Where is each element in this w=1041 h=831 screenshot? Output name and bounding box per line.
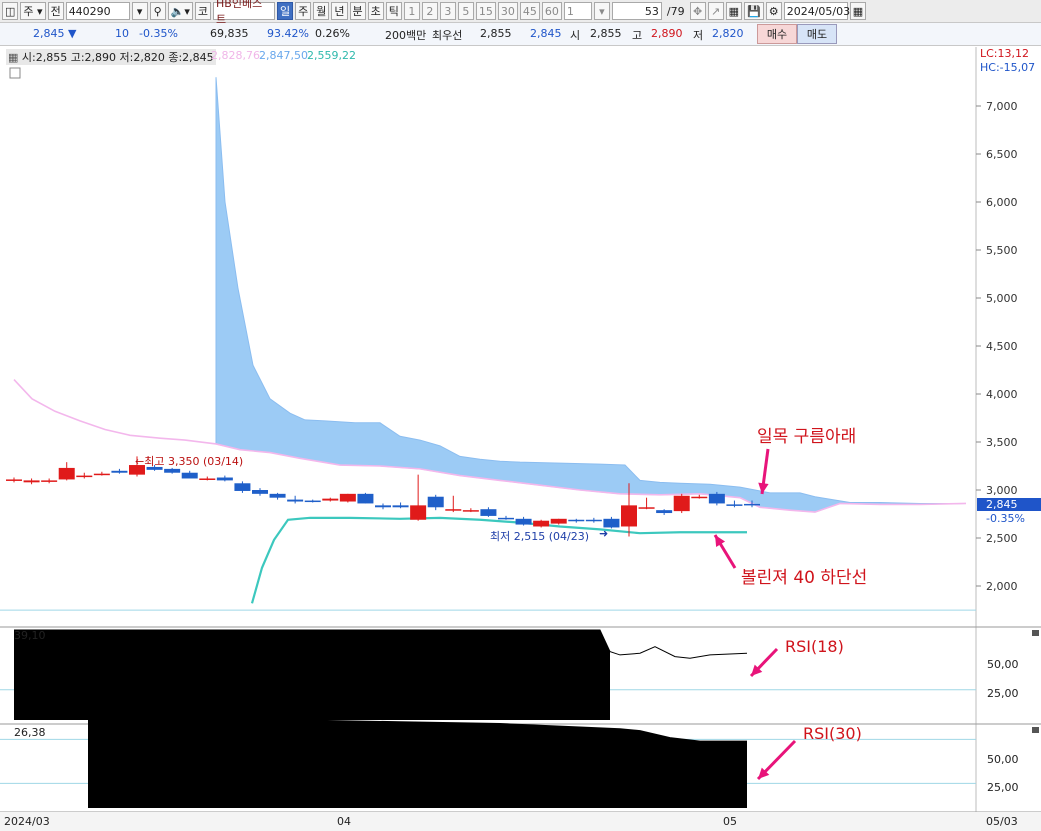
rsi18-area — [14, 630, 610, 720]
candle-body — [76, 475, 93, 478]
candlesticks — [6, 456, 760, 537]
chart-icon: ▦ — [8, 51, 19, 64]
candle-body — [673, 495, 690, 512]
price-tick-label: 5,500 — [986, 244, 1018, 257]
annotation-rsi30: RSI(30) — [803, 724, 862, 743]
candle-body — [445, 509, 462, 511]
lc-value: LC:13,12 — [980, 47, 1030, 60]
price-tick-label: 5,000 — [986, 292, 1018, 305]
candle-body — [304, 500, 321, 503]
candle-body — [462, 510, 479, 512]
candle-body — [533, 520, 550, 527]
candle-body — [744, 503, 760, 506]
rsi2-value: 26,38 — [14, 726, 46, 739]
price-tick-label: 2,000 — [986, 580, 1018, 593]
annotation-bollinger: 볼린져 40 하단선 — [741, 568, 868, 588]
candle-body — [339, 493, 356, 502]
rsi30-area — [88, 716, 747, 808]
candle-body — [638, 507, 655, 509]
candle-body — [427, 496, 444, 508]
candle-body — [287, 499, 304, 502]
candle-body — [58, 467, 75, 480]
candle-body — [23, 480, 40, 483]
ohlc-legend: ▦ 시:2,855 고:2,890 저:2,820 종:2,845 — [6, 49, 216, 65]
rsi1-tick-50: 50,00 — [987, 658, 1019, 671]
candle-body — [621, 505, 637, 527]
price-tick-label: 4,500 — [986, 340, 1018, 353]
candle-body — [41, 480, 58, 482]
price-tick-label: 3,000 — [986, 484, 1018, 497]
candle-body — [322, 498, 339, 501]
candle-body — [568, 519, 585, 522]
candle-body — [164, 468, 181, 473]
chart-options-icon[interactable] — [9, 67, 21, 79]
date-label-apr: 04 — [337, 815, 351, 828]
candle-body — [480, 509, 497, 516]
ohlc-values: 시:2,855 고:2,890 저:2,820 종:2,845 — [21, 51, 214, 64]
annotation-ichimoku: 일목 구름아래 — [757, 427, 857, 447]
price-tick-label: 7,000 — [986, 100, 1018, 113]
price-tick-label: 6,000 — [986, 196, 1018, 209]
candle-body — [585, 519, 602, 522]
candle-body — [656, 510, 673, 514]
bollinger-value: 2,559,22 — [307, 49, 356, 62]
candle-body — [550, 518, 567, 524]
annotation-rsi18: RSI(18) — [785, 637, 844, 656]
price-tick-label: 2,500 — [986, 532, 1018, 545]
candle-body — [234, 483, 251, 491]
candle-body — [708, 493, 725, 504]
low-mark: 최저 2,515 (04/23) — [490, 530, 590, 543]
rsi1-value: 39,10 — [14, 629, 46, 642]
cloud-value: 2,847,50 — [259, 49, 308, 62]
date-axis-bg — [0, 812, 1041, 831]
rsi1-tick-25: 25,00 — [987, 687, 1019, 700]
candle-body — [181, 472, 198, 479]
rsi2-close-icon[interactable] — [1032, 727, 1039, 733]
candle-body — [93, 473, 110, 476]
date-label-mar: 2024/03 — [4, 815, 50, 828]
price-tick-label: 6,500 — [986, 148, 1018, 161]
candle-body — [6, 479, 22, 481]
price-tick-label: 3,500 — [986, 436, 1018, 449]
high-mark: ←최고 3,350 (03/14) — [135, 455, 244, 468]
candle-body — [252, 490, 268, 494]
date-label-may: 05 — [723, 815, 737, 828]
last-price-tag: 2,845 — [986, 498, 1018, 511]
candle-body — [515, 518, 532, 525]
hc-value: HC:-15,07 — [980, 61, 1036, 74]
rsi1-close-icon[interactable] — [1032, 630, 1039, 636]
candle-body — [410, 505, 427, 520]
candle-body — [691, 496, 708, 499]
candle-body — [216, 477, 233, 481]
candle-body — [726, 504, 743, 506]
candle-body — [111, 470, 128, 473]
candle-body — [392, 505, 409, 508]
low-mark-arrow-icon: ➜ — [599, 527, 609, 540]
last-price-pct: -0.35% — [986, 512, 1025, 525]
candle-body — [199, 478, 216, 480]
rsi2-tick-50: 50,00 — [987, 753, 1019, 766]
rsi2-tick-25: 25,00 — [987, 781, 1019, 794]
price-chart[interactable]: 7,000 6,500 6,000 5,500 5,000 4,500 4,000 3,500… — [0, 0, 1041, 831]
date-label-end: 05/03 — [986, 815, 1018, 828]
ma-value: 2,828,76 — [211, 49, 260, 62]
rsi-panes — [14, 629, 748, 808]
candle-body — [269, 493, 286, 498]
candle-body — [498, 517, 514, 520]
candle-body — [357, 493, 374, 504]
price-tick-label: 4,000 — [986, 388, 1018, 401]
candle-body — [375, 505, 391, 508]
